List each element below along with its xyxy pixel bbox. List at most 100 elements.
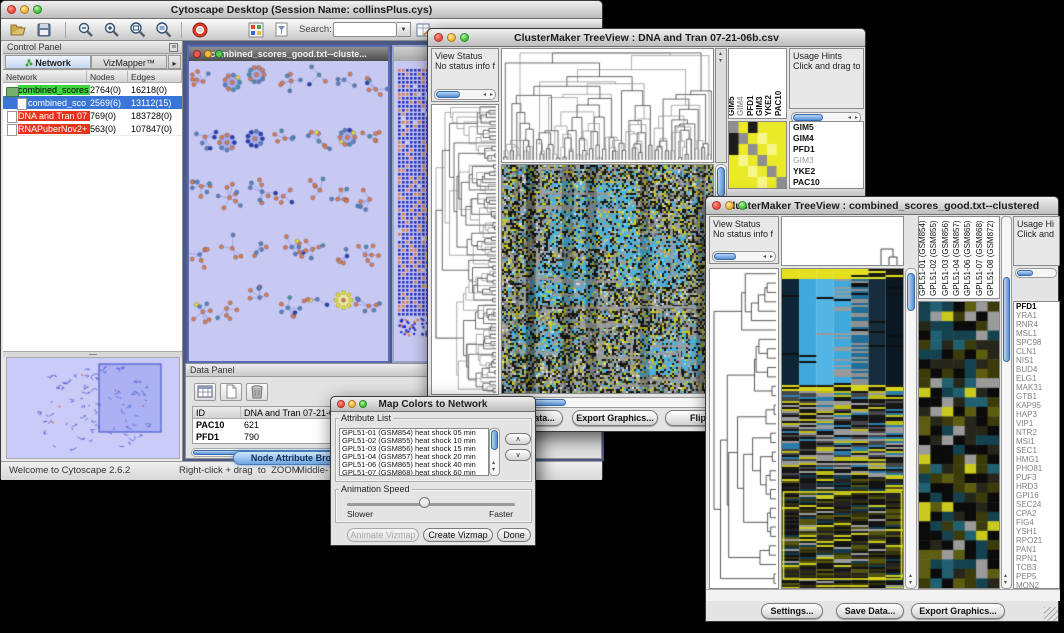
minimize-icon[interactable] xyxy=(348,400,356,408)
close-icon[interactable] xyxy=(7,5,16,14)
row-dendrogram-canvas[interactable] xyxy=(710,269,778,588)
done-button[interactable]: Done xyxy=(497,528,531,542)
zoom-fit-icon[interactable] xyxy=(155,21,173,39)
column-header-edges[interactable]: Edges xyxy=(128,71,182,82)
minimize-icon[interactable] xyxy=(447,33,456,42)
open-file-icon[interactable] xyxy=(9,21,27,39)
network-view-titlebar[interactable]: combined_scores_good.txt--cluste... xyxy=(189,47,388,61)
zoom-in-icon[interactable] xyxy=(103,21,121,39)
scrollbar-thumb[interactable] xyxy=(436,91,460,98)
attribute-item[interactable]: GPL51-02 (GSM855) heat shock 10 min xyxy=(340,437,488,445)
dialog-titlebar[interactable]: Map Colors to Network xyxy=(331,397,535,412)
tab-vizmapper[interactable]: VizMapper™ xyxy=(91,55,167,69)
zoom-out-icon[interactable] xyxy=(77,21,95,39)
attribute-item[interactable]: GPL51-04 (GSM857) heat shock 20 min xyxy=(340,453,488,461)
network-table-row[interactable]: DNA and Tran 07769(0)183728(0) xyxy=(3,109,182,122)
minimize-icon[interactable] xyxy=(725,201,734,210)
scroll-left-arrow-icon[interactable]: ◂ xyxy=(483,92,486,99)
scrollbar-thumb[interactable] xyxy=(717,167,725,197)
vizmapper-icon[interactable] xyxy=(247,21,265,39)
attribute-item[interactable]: GPL51-01 (GSM854) heat shock 05 min xyxy=(340,429,488,437)
scroll-right-arrow-icon[interactable]: ▸ xyxy=(770,254,773,261)
close-icon[interactable] xyxy=(398,50,406,58)
scroll-up-arrow-icon[interactable]: ▴ xyxy=(909,573,912,580)
scroll-up-arrow-icon[interactable]: ▴ xyxy=(719,51,722,58)
delete-attribute-icon[interactable] xyxy=(246,383,268,401)
export-graphics-button[interactable]: Export Graphics... xyxy=(572,410,658,426)
animation-speed-slider[interactable] xyxy=(347,503,515,506)
network-table-row[interactable]: combined_scores2764(0)16218(0) xyxy=(3,83,182,96)
settings-button[interactable]: Settings... xyxy=(761,603,823,619)
export-graphics-button[interactable]: Export Graphics... xyxy=(911,603,1005,619)
network-overview-canvas[interactable] xyxy=(7,358,179,458)
row-dendrogram-canvas[interactable] xyxy=(432,105,498,394)
scrollbar-thumb[interactable] xyxy=(907,273,915,311)
slider-thumb[interactable] xyxy=(419,497,430,508)
scroll-up-arrow-icon[interactable]: ▴ xyxy=(492,460,495,467)
column-header-id[interactable]: ID xyxy=(193,407,241,418)
close-icon[interactable] xyxy=(712,201,721,210)
scroll-down-arrow-icon[interactable]: ▾ xyxy=(492,467,495,474)
network-table-row[interactable]: combined_sco2569(6)13112(15) xyxy=(3,96,182,109)
global-heatmap-canvas[interactable] xyxy=(502,165,713,393)
close-icon[interactable] xyxy=(193,50,201,58)
save-icon[interactable] xyxy=(35,21,53,39)
zoom-heatmap-canvas[interactable] xyxy=(919,302,999,588)
move-down-button[interactable]: ∨ xyxy=(505,449,531,461)
zoom-window-icon[interactable] xyxy=(359,400,367,408)
column-header-network[interactable]: Network xyxy=(3,71,87,82)
attribute-item[interactable]: GPL51-03 (GSM856) heat shock 15 min xyxy=(340,445,488,453)
scroll-right-arrow-icon[interactable]: ▸ xyxy=(490,92,493,99)
column-dendrogram-canvas[interactable] xyxy=(782,217,903,265)
zoom-heatmap-canvas[interactable] xyxy=(729,122,786,188)
scroll-down-arrow-icon[interactable]: ▾ xyxy=(909,580,912,587)
attribute-item[interactable]: GPL51-07 (GSM868) heat shock 60 min xyxy=(340,469,488,476)
zoom-selected-icon[interactable] xyxy=(129,21,147,39)
save-data-button[interactable]: Save Data... xyxy=(836,603,904,619)
float-panel-icon[interactable] xyxy=(169,43,178,52)
attribute-item[interactable]: GPL51-06 (GSM865) heat shock 40 min xyxy=(340,461,488,469)
network-table-row[interactable]: RNAPuberNov2+563(0)107847(0) xyxy=(3,122,182,135)
minimize-icon[interactable] xyxy=(204,50,212,58)
close-icon[interactable] xyxy=(434,33,443,42)
scroll-down-arrow-icon[interactable]: ▾ xyxy=(719,58,722,65)
search-input[interactable] xyxy=(333,22,397,37)
search-dropdown-icon[interactable]: ▼ xyxy=(397,22,411,37)
tab-overflow-arrow-icon[interactable] xyxy=(168,55,181,69)
zoom-window-icon[interactable] xyxy=(738,201,747,210)
animate-vizmap-button[interactable]: Animate Vizmap xyxy=(347,528,419,542)
zoom-window-icon[interactable] xyxy=(215,50,223,58)
new-attribute-icon[interactable] xyxy=(220,383,242,401)
network-view-window[interactable]: combined_scores_good.txt--cluste... xyxy=(187,45,390,363)
scrollbar-thumb[interactable] xyxy=(1017,270,1033,276)
column-header-nodes[interactable]: Nodes xyxy=(87,71,128,82)
scroll-up-arrow-icon[interactable]: ▴ xyxy=(1004,573,1007,580)
scrollbar-thumb[interactable] xyxy=(793,114,823,121)
help-icon[interactable] xyxy=(191,21,209,39)
minimize-icon[interactable] xyxy=(409,50,417,58)
treeview2-titlebar[interactable]: ClusterMaker TreeView : combined_scores_… xyxy=(706,197,1058,215)
gene-label: PEP5 xyxy=(1014,572,1059,581)
scrollbar-thumb[interactable] xyxy=(491,430,498,450)
move-up-button[interactable]: ∧ xyxy=(505,433,531,445)
tab-network[interactable]: Network xyxy=(5,55,91,69)
minimize-icon[interactable] xyxy=(20,5,29,14)
network-view-canvas[interactable] xyxy=(189,61,388,361)
zoom-window-icon[interactable] xyxy=(33,5,42,14)
zoom-window-icon[interactable] xyxy=(460,33,469,42)
scroll-left-arrow-icon[interactable]: ◂ xyxy=(763,254,766,261)
scrollbar-thumb[interactable] xyxy=(1003,277,1010,362)
gene-label: SEC24 xyxy=(1014,500,1059,509)
scrollbar-thumb[interactable] xyxy=(714,253,736,260)
create-vizmap-button[interactable]: Create Vizmap xyxy=(423,528,493,542)
network-nodes: 2569(6) xyxy=(90,98,131,108)
column-dendrogram-canvas[interactable] xyxy=(502,49,713,162)
attribute-table-icon[interactable] xyxy=(194,383,216,401)
close-icon[interactable] xyxy=(337,400,345,408)
resize-grip[interactable] xyxy=(1044,607,1058,621)
global-heatmap-canvas[interactable] xyxy=(782,269,903,588)
treeview1-titlebar[interactable]: ClusterMaker TreeView : DNA and Tran 07-… xyxy=(428,29,865,47)
main-titlebar[interactable]: Cytoscape Desktop (Session Name: collins… xyxy=(1,1,602,19)
scroll-down-arrow-icon[interactable]: ▾ xyxy=(1004,580,1007,587)
filter-icon[interactable] xyxy=(273,21,291,39)
